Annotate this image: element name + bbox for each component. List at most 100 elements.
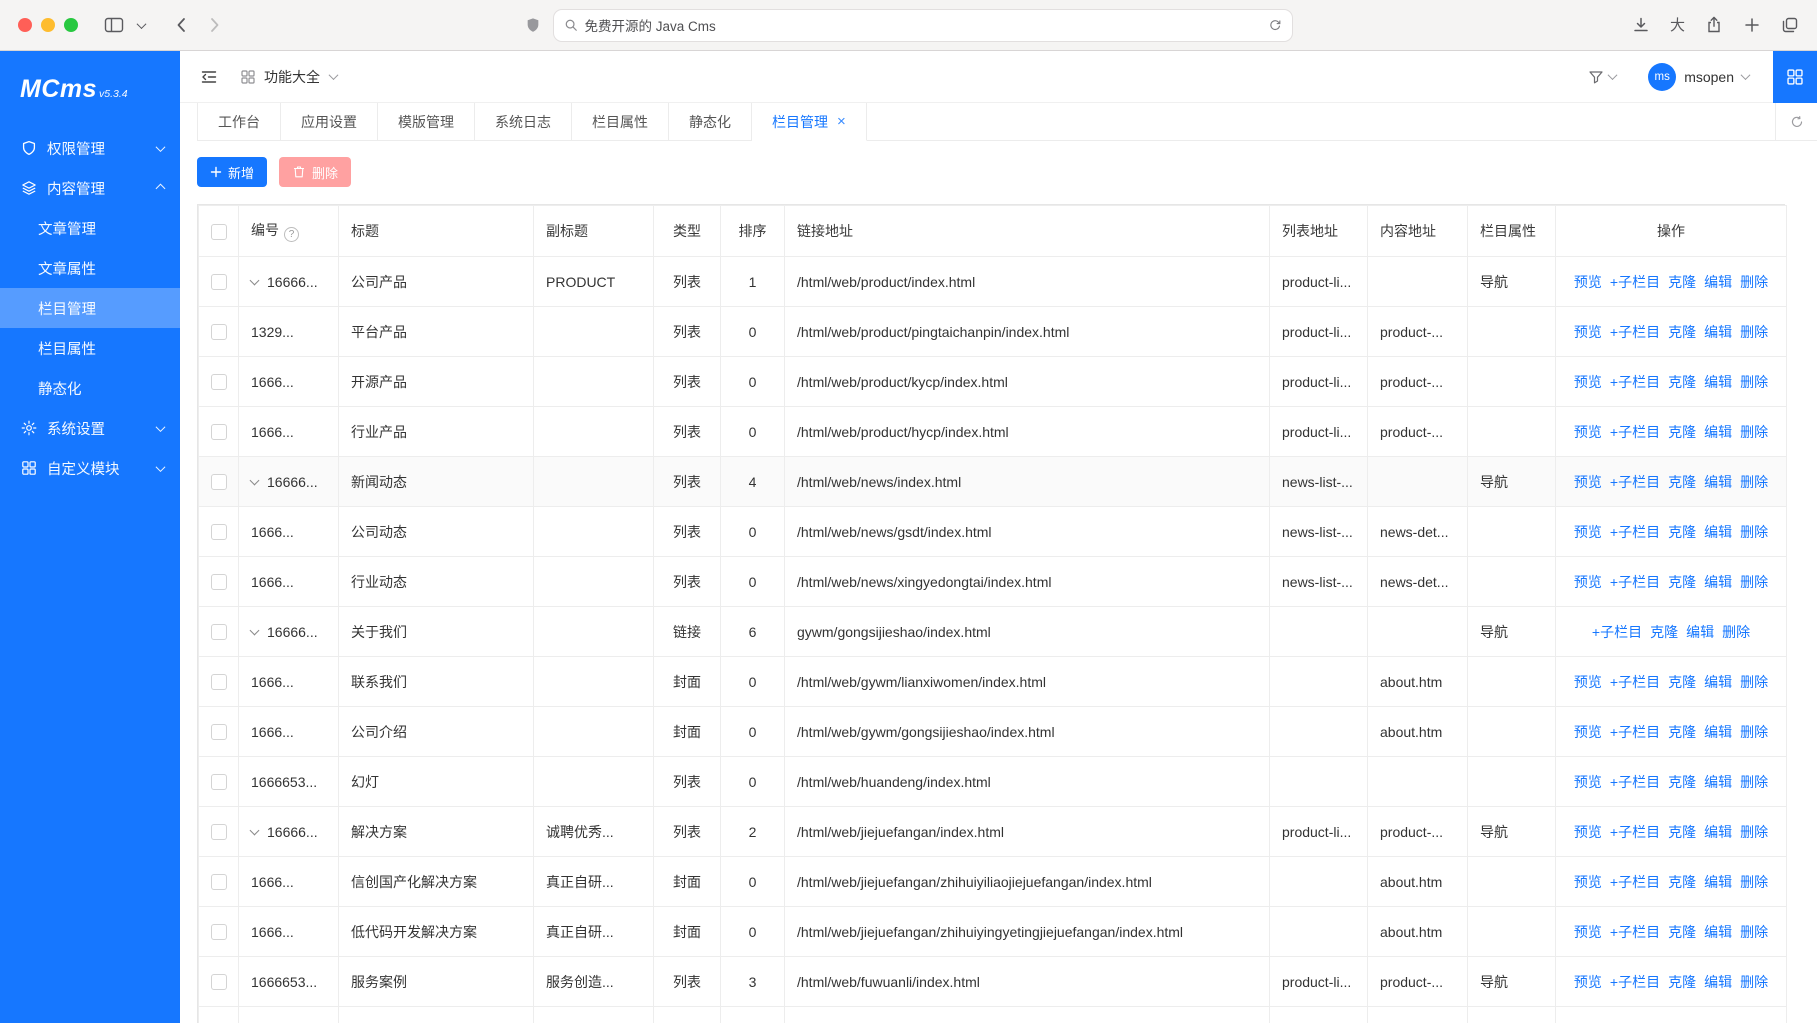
action-clone[interactable]: 克隆	[1668, 774, 1696, 790]
action-clone[interactable]: 克隆	[1668, 474, 1696, 490]
tab[interactable]: 应用设置	[281, 103, 378, 141]
action-delete[interactable]: 删除	[1740, 824, 1768, 840]
row-checkbox[interactable]	[211, 924, 227, 940]
action-edit[interactable]: 编辑	[1704, 374, 1732, 390]
action-preview[interactable]: 预览	[1574, 874, 1602, 890]
user-menu[interactable]: ms msopen	[1648, 63, 1749, 91]
sidebar-item[interactable]: 系统设置	[0, 408, 180, 448]
sidebar-item[interactable]: 自定义模块	[0, 448, 180, 488]
sidebar-subitem[interactable]: 文章属性	[0, 248, 180, 288]
action-clone[interactable]: 克隆	[1668, 924, 1696, 940]
action-delete[interactable]: 删除	[1740, 274, 1768, 290]
tab[interactable]: 模版管理	[378, 103, 475, 141]
action-preview[interactable]: 预览	[1574, 974, 1602, 990]
add-button[interactable]: 新增	[197, 157, 267, 187]
action-edit[interactable]: 编辑	[1686, 624, 1714, 640]
privacy-shield-icon[interactable]	[525, 17, 541, 33]
action-delete[interactable]: 删除	[1740, 524, 1768, 540]
close-icon[interactable]: ×	[837, 114, 846, 129]
action-preview[interactable]: 预览	[1574, 824, 1602, 840]
select-all-checkbox[interactable]	[211, 224, 227, 240]
row-checkbox[interactable]	[211, 574, 227, 590]
action-add-child[interactable]: +子栏目	[1610, 324, 1660, 340]
action-delete[interactable]: 删除	[1740, 674, 1768, 690]
menu-fold-icon[interactable]	[200, 68, 218, 86]
action-preview[interactable]: 预览	[1574, 424, 1602, 440]
action-clone[interactable]: 克隆	[1668, 674, 1696, 690]
row-checkbox[interactable]	[211, 624, 227, 640]
action-delete[interactable]: 删除	[1740, 724, 1768, 740]
action-preview[interactable]: 预览	[1574, 474, 1602, 490]
action-delete[interactable]: 删除	[1740, 774, 1768, 790]
tab[interactable]: 静态化	[669, 103, 752, 141]
action-add-child[interactable]: +子栏目	[1610, 724, 1660, 740]
action-add-child[interactable]: +子栏目	[1610, 474, 1660, 490]
action-delete[interactable]: 删除	[1740, 324, 1768, 340]
new-tab-icon[interactable]	[1743, 16, 1761, 34]
action-preview[interactable]: 预览	[1574, 524, 1602, 540]
action-clone[interactable]: 克隆	[1668, 374, 1696, 390]
action-delete[interactable]: 删除	[1740, 924, 1768, 940]
row-checkbox[interactable]	[211, 274, 227, 290]
tab-refresh-button[interactable]	[1775, 103, 1817, 141]
action-edit[interactable]: 编辑	[1704, 824, 1732, 840]
sidebar-toggle-icon[interactable]	[104, 15, 124, 35]
action-add-child[interactable]: +子栏目	[1610, 424, 1660, 440]
row-checkbox[interactable]	[211, 974, 227, 990]
action-edit[interactable]: 编辑	[1704, 974, 1732, 990]
action-preview[interactable]: 预览	[1574, 324, 1602, 340]
action-edit[interactable]: 编辑	[1704, 424, 1732, 440]
row-checkbox[interactable]	[211, 524, 227, 540]
sidebar-subitem[interactable]: 文章管理	[0, 208, 180, 248]
expand-caret-icon[interactable]	[250, 825, 260, 835]
action-edit[interactable]: 编辑	[1704, 724, 1732, 740]
action-add-child[interactable]: +子栏目	[1610, 674, 1660, 690]
delete-button[interactable]: 删除	[279, 157, 351, 187]
action-clone[interactable]: 克隆	[1668, 574, 1696, 590]
action-edit[interactable]: 编辑	[1704, 574, 1732, 590]
row-checkbox[interactable]	[211, 374, 227, 390]
expand-caret-icon[interactable]	[250, 275, 260, 285]
forward-icon[interactable]	[205, 16, 223, 34]
zoom-window-button[interactable]	[64, 18, 78, 32]
action-delete[interactable]: 删除	[1740, 874, 1768, 890]
action-add-child[interactable]: +子栏目	[1610, 274, 1660, 290]
row-checkbox[interactable]	[211, 674, 227, 690]
action-delete[interactable]: 删除	[1722, 624, 1750, 640]
back-icon[interactable]	[173, 16, 191, 34]
action-edit[interactable]: 编辑	[1704, 674, 1732, 690]
app-menu-dropdown[interactable]: 功能大全	[240, 67, 337, 87]
action-clone[interactable]: 克隆	[1668, 324, 1696, 340]
action-delete[interactable]: 删除	[1740, 574, 1768, 590]
action-delete[interactable]: 删除	[1740, 474, 1768, 490]
action-clone[interactable]: 克隆	[1668, 874, 1696, 890]
action-delete[interactable]: 删除	[1740, 424, 1768, 440]
row-checkbox[interactable]	[211, 474, 227, 490]
reload-icon[interactable]	[1268, 18, 1282, 32]
action-clone[interactable]: 克隆	[1668, 974, 1696, 990]
tab[interactable]: 工作台	[197, 103, 281, 141]
row-checkbox[interactable]	[211, 724, 227, 740]
sidebar-item[interactable]: 内容管理	[0, 168, 180, 208]
row-checkbox[interactable]	[211, 824, 227, 840]
address-bar[interactable]: 免费开源的 Java Cms	[553, 9, 1293, 42]
tab-overview-icon[interactable]	[1781, 16, 1799, 34]
row-checkbox[interactable]	[211, 324, 227, 340]
action-delete[interactable]: 删除	[1740, 374, 1768, 390]
action-edit[interactable]: 编辑	[1704, 874, 1732, 890]
action-preview[interactable]: 预览	[1574, 924, 1602, 940]
action-add-child[interactable]: +子栏目	[1610, 374, 1660, 390]
action-add-child[interactable]: +子栏目	[1610, 524, 1660, 540]
expand-caret-icon[interactable]	[250, 475, 260, 485]
action-preview[interactable]: 预览	[1574, 274, 1602, 290]
action-add-child[interactable]: +子栏目	[1610, 574, 1660, 590]
action-edit[interactable]: 编辑	[1704, 274, 1732, 290]
action-clone[interactable]: 克隆	[1650, 624, 1678, 640]
download-icon[interactable]	[1632, 16, 1650, 34]
action-edit[interactable]: 编辑	[1704, 924, 1732, 940]
row-checkbox[interactable]	[211, 424, 227, 440]
close-window-button[interactable]	[18, 18, 32, 32]
action-clone[interactable]: 克隆	[1668, 274, 1696, 290]
action-add-child[interactable]: +子栏目	[1610, 774, 1660, 790]
action-add-child[interactable]: +子栏目	[1610, 974, 1660, 990]
